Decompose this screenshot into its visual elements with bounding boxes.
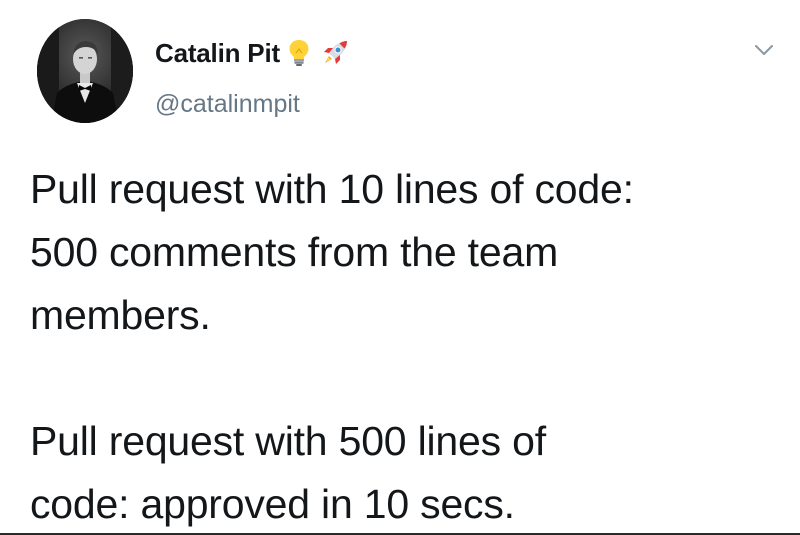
avatar[interactable] [37, 19, 133, 123]
author-display-name[interactable]: Catalin Pit [155, 38, 280, 69]
tweet-line: Pull request with 500 lines of [30, 418, 546, 464]
lightbulb-emoji-icon [288, 39, 310, 67]
tweet-line: members. [30, 292, 211, 338]
rocket-emoji-icon [320, 38, 350, 68]
tweet-line: code: approved in 10 secs. [30, 481, 515, 527]
tweet-paragraph: Pull request with 500 lines of code: app… [30, 410, 780, 533]
tweet-line: Pull request with 10 lines of code: [30, 166, 634, 212]
tweet-card: Catalin Pit @catalinmpit Pull request wi… [0, 0, 800, 535]
chevron-down-icon[interactable] [752, 41, 776, 59]
tweet-text: Pull request with 10 lines of code: 500 … [30, 158, 780, 533]
author-name-row: Catalin Pit [155, 36, 350, 70]
tweet-paragraph: Pull request with 10 lines of code: 500 … [30, 158, 780, 347]
tweet-line: 500 comments from the team [30, 229, 559, 275]
author-handle[interactable]: @catalinmpit [155, 90, 300, 119]
